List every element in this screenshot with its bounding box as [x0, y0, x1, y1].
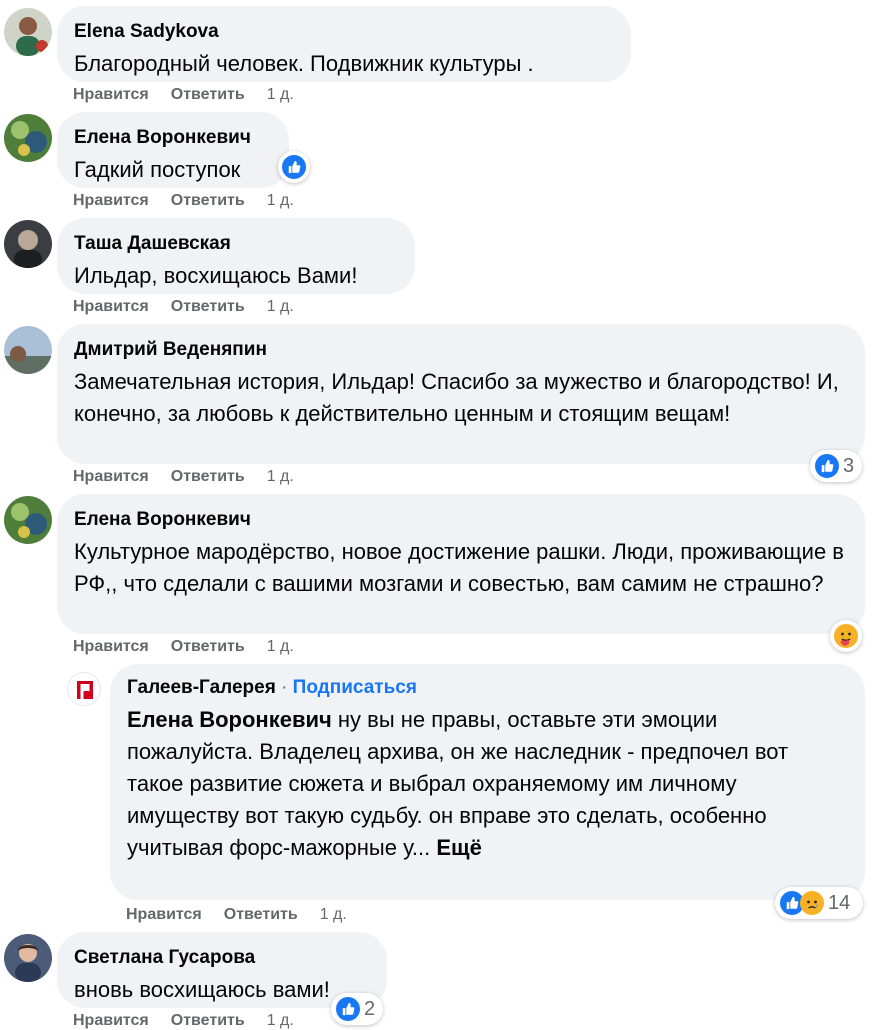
reply-bubble: Галеев-Галерея · Подписаться Елена Ворон… [110, 664, 865, 900]
reply-button[interactable]: Ответить [171, 1012, 245, 1030]
comment-author[interactable]: Таша Дашевская [74, 232, 397, 256]
comment-text: Гадкий поступок [74, 157, 241, 182]
reply-actions: Нравится Ответить 1 д. [126, 906, 347, 924]
reply-author[interactable]: Галеев-Галерея [127, 677, 276, 698]
timestamp[interactable]: 1 д. [320, 906, 347, 924]
reaction-summary[interactable] [830, 620, 862, 652]
separator: · [281, 677, 288, 698]
comment-actions: Нравится Ответить 1 д. [73, 468, 294, 486]
like-button[interactable]: Нравится [73, 192, 149, 210]
reply-button[interactable]: Ответить [171, 298, 245, 316]
comment-bubble: Elena Sadykova Благородный человек. Подв… [57, 6, 631, 82]
comment-author[interactable]: Светлана Гусарова [74, 946, 369, 970]
sad-icon [800, 891, 824, 915]
reply-button[interactable]: Ответить [224, 906, 298, 924]
comment-bubble: Таша Дашевская Ильдар, восхищаюсь Вами! [57, 218, 415, 294]
follow-button[interactable]: Подписаться [293, 677, 417, 698]
like-button[interactable]: Нравится [73, 468, 149, 486]
see-more-button[interactable]: Ещё [436, 835, 481, 860]
timestamp[interactable]: 1 д. [267, 638, 294, 656]
reply-button[interactable]: Ответить [171, 86, 245, 104]
like-button[interactable]: Нравится [73, 1012, 149, 1030]
comment-actions: Нравится Ответить 1 д. [73, 298, 294, 316]
comment-author[interactable]: Дмитрий Веденяпин [74, 338, 847, 362]
like-button[interactable]: Нравится [73, 638, 149, 656]
comment-text: Культурное мародёрство, новое достижение… [74, 539, 844, 596]
reaction-summary[interactable]: 14 [775, 887, 863, 919]
comment-actions: Нравится Ответить 1 д. [73, 638, 294, 656]
like-button[interactable]: Нравится [126, 906, 202, 924]
reaction-count: 3 [843, 454, 855, 477]
comment-author[interactable]: Елена Воронкевич [74, 508, 847, 532]
comment-bubble: Елена Воронкевич Культурное мародёрство,… [57, 494, 865, 634]
reaction-summary[interactable]: 3 [810, 450, 862, 482]
reaction-count: 2 [364, 997, 376, 1020]
timestamp[interactable]: 1 д. [267, 1012, 294, 1030]
timestamp[interactable]: 1 д. [267, 192, 294, 210]
reply-button[interactable]: Ответить [171, 638, 245, 656]
reply-button[interactable]: Ответить [171, 192, 245, 210]
avatar[interactable] [4, 114, 52, 162]
reply-text: Елена Воронкевич ну вы не правы, оставьт… [127, 704, 847, 864]
comment-text: Благородный человек. Подвижник культуры … [74, 51, 534, 76]
avatar[interactable] [4, 220, 52, 268]
comment-actions: Нравится Ответить 1 д. [73, 86, 294, 104]
timestamp[interactable]: 1 д. [267, 86, 294, 104]
avatar[interactable] [4, 496, 52, 544]
reply-button[interactable]: Ответить [171, 468, 245, 486]
comment-text: Ильдар, восхищаюсь Вами! [74, 263, 358, 288]
reaction-count: 14 [828, 891, 851, 914]
avatar[interactable] [4, 934, 52, 982]
page-avatar[interactable] [67, 672, 101, 706]
care-icon [834, 624, 858, 648]
timestamp[interactable]: 1 д. [267, 468, 294, 486]
reaction-summary[interactable]: 2 [331, 993, 383, 1025]
like-button[interactable]: Нравится [73, 86, 149, 104]
like-icon [336, 997, 360, 1021]
like-button[interactable]: Нравится [73, 298, 149, 316]
like-icon [282, 155, 306, 179]
comment-author[interactable]: Elena Sadykova [74, 20, 613, 44]
comment-bubble: Дмитрий Веденяпин Замечательная история,… [57, 324, 865, 464]
reaction-summary[interactable] [278, 151, 310, 183]
comment-text: вновь восхищаюсь вами! [74, 977, 330, 1002]
timestamp[interactable]: 1 д. [267, 298, 294, 316]
comment-bubble: Елена Воронкевич Гадкий поступок [57, 112, 289, 188]
comment-actions: Нравится Ответить 1 д. [73, 192, 294, 210]
comment-actions: Нравится Ответить 1 д. [73, 1012, 294, 1030]
mention-link[interactable]: Елена Воронкевич [127, 707, 332, 732]
like-icon [815, 454, 839, 478]
comment-text: Замечательная история, Ильдар! Спасибо з… [74, 369, 839, 426]
avatar[interactable] [4, 326, 52, 374]
reply-header: Галеев-Галерея · Подписаться [127, 676, 847, 700]
comment-author[interactable]: Елена Воронкевич [74, 126, 271, 150]
avatar[interactable] [4, 8, 52, 56]
